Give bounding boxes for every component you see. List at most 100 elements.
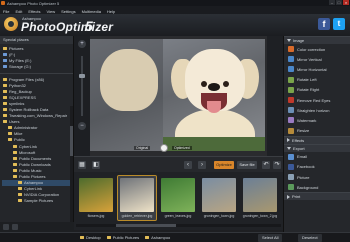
undo-icon[interactable]: ↶: [262, 161, 270, 169]
print-section-header[interactable]: Print: [284, 192, 350, 201]
next-icon[interactable]: ›: [198, 161, 206, 169]
thumbnail-scrollbar[interactable]: [76, 224, 281, 227]
dog-head-original: [100, 49, 158, 111]
special-place-item[interactable]: Storage (G:): [3, 63, 70, 69]
tool-icon: [288, 107, 294, 114]
tool-item[interactable]: Facebook: [284, 162, 350, 172]
close-button[interactable]: ×: [343, 0, 349, 5]
zoom-out-icon[interactable]: −: [78, 122, 86, 130]
thumbnail-image: [202, 178, 236, 212]
folder-name: Users: [9, 119, 20, 125]
tool-icon: [288, 117, 294, 124]
folder-panel: Special places Pictures (F:) My Files (E:)…: [0, 36, 74, 242]
tool-item[interactable]: Watermark: [284, 115, 350, 125]
compare-split-handle[interactable]: [160, 144, 168, 152]
folder-icon: [3, 83, 7, 87]
twitter-icon[interactable]: t: [333, 18, 345, 30]
tool-icon: [288, 97, 294, 104]
thumbnail-caption: golden_retriever.jpg: [121, 214, 153, 218]
thumbnail-image: [79, 178, 113, 212]
thumbnail-item[interactable]: golden_retriever.jpg: [117, 175, 157, 221]
effects-section-header[interactable]: Effects: [284, 135, 350, 144]
thumbnail-item[interactable]: green_leaves.jpg: [159, 176, 197, 220]
folder-name: Program Files (x86): [9, 76, 45, 82]
folder-name: Administrator: [14, 125, 38, 131]
export-section-header[interactable]: Export: [284, 143, 350, 152]
tool-icon: [288, 153, 294, 160]
thumbnail-item[interactable]: flowers.jpg: [77, 176, 115, 220]
folder-name: Ashampoo: [24, 180, 44, 186]
tool-item[interactable]: Mirror Vertical: [284, 54, 350, 64]
tool-item[interactable]: Rotate Right: [284, 85, 350, 95]
previous-icon[interactable]: ‹: [184, 161, 192, 169]
tool-item[interactable]: Rotate Left: [284, 75, 350, 85]
folder-icon: [3, 46, 7, 50]
folder-tree-item[interactable]: Sample Pictures: [2, 198, 73, 204]
tool-item[interactable]: Mirror Horizontal: [284, 64, 350, 74]
select-all-button[interactable]: Select All: [258, 234, 283, 242]
thumbnail-caption: groningen_town.jpg: [203, 214, 235, 218]
breadcrumb-item[interactable]: Desktop: [80, 235, 101, 240]
window-controls: – □ ×: [329, 0, 349, 5]
thumbnail-item[interactable]: groningen_town.jpg: [200, 176, 238, 220]
breadcrumb-label: Public Pictures: [112, 235, 140, 240]
folder-tree-item[interactable]: Tweaking.com_Windows_Repair: [2, 113, 73, 119]
tool-label: Mirror Vertical: [297, 56, 322, 62]
thumbnail-item[interactable]: groningen_town_2.jpg: [241, 176, 279, 220]
tool-item[interactable]: Background: [284, 182, 350, 192]
export-section-label: Export: [293, 145, 305, 151]
folder-icon: [13, 168, 17, 172]
save-file-button[interactable]: Save file: [237, 161, 257, 169]
compare-view-icon[interactable]: ◧: [92, 161, 100, 169]
tool-item[interactable]: Color correction: [284, 44, 350, 54]
panel-options-button[interactable]: [12, 224, 18, 230]
maximize-button[interactable]: □: [336, 0, 342, 5]
folder-icon: [8, 126, 12, 130]
thumbnail-caption: groningen_town_2.jpg: [242, 214, 278, 218]
tool-item[interactable]: Straighten horizon: [284, 105, 350, 115]
image-section-header[interactable]: Image: [284, 36, 350, 44]
folder-icon: [18, 187, 22, 191]
zoom-slider-handle[interactable]: [79, 74, 85, 78]
tool-item[interactable]: Remove Red Eyes: [284, 95, 350, 105]
special-place-label: Storage (G:): [9, 63, 32, 69]
tool-label: Facebook: [297, 164, 315, 170]
folder-icon: [18, 181, 22, 185]
folder-icon: [3, 108, 7, 112]
folder-name: Python32: [9, 82, 26, 88]
breadcrumb-item[interactable]: Ashampoo: [145, 235, 170, 240]
chevron-down-icon: [287, 39, 291, 42]
breadcrumb-item[interactable]: Public Pictures: [106, 235, 140, 240]
dog-tongue: [207, 101, 221, 113]
folder-name: CyberLink: [19, 143, 38, 149]
dog-nose: [208, 83, 220, 91]
panel-toggle-button[interactable]: [3, 224, 9, 230]
tool-item[interactable]: Resize: [284, 126, 350, 136]
grid-view-icon[interactable]: ▦: [78, 161, 86, 169]
tool-label: Straighten horizon: [297, 107, 330, 113]
tool-icon: [288, 76, 294, 83]
deselect-button[interactable]: Deselect: [298, 234, 322, 242]
redo-icon[interactable]: ↷: [273, 161, 281, 169]
folder-icon: [13, 162, 17, 166]
thumbnail-caption: green_leaves.jpg: [164, 214, 192, 218]
facebook-icon[interactable]: f: [318, 18, 330, 30]
zoom-slider-track[interactable]: [81, 56, 83, 116]
tool-item[interactable]: Email: [284, 152, 350, 162]
optimized-image: [163, 39, 265, 151]
optimize-button[interactable]: Optimize: [214, 161, 234, 169]
tool-label: Mirror Horizontal: [297, 66, 327, 72]
brand-version: 5: [85, 18, 93, 34]
folder-tree-scroll-thumb[interactable]: [70, 126, 73, 156]
tool-item[interactable]: Picture: [284, 172, 350, 182]
folder-name: NVIDIA Corporation: [24, 192, 60, 198]
folder-icon: [3, 95, 7, 99]
window-title: Ashampoo Photo Optimizer 5: [7, 0, 60, 6]
thumbnail-scroll-thumb[interactable]: [116, 224, 176, 227]
special-places-header: Special places: [0, 36, 73, 44]
thumbnail-caption: flowers.jpg: [87, 214, 105, 218]
zoom-in-icon[interactable]: +: [78, 40, 86, 48]
thumbnail-image: [243, 178, 277, 212]
minimize-button[interactable]: –: [329, 0, 335, 5]
chevron-down-icon: [287, 146, 291, 150]
